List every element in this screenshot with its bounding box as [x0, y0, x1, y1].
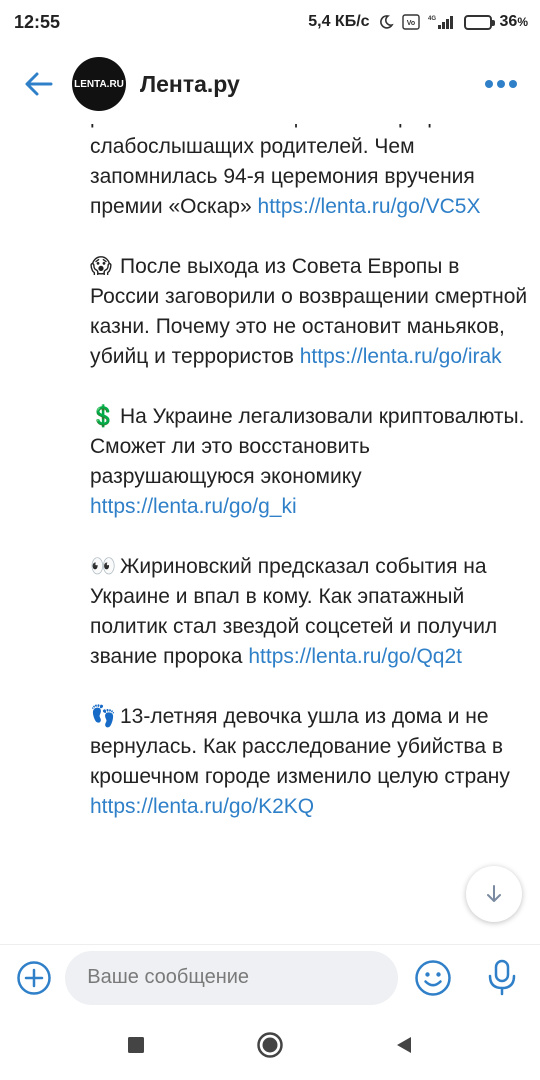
battery-icon: [463, 14, 495, 30]
scroll-down-button[interactable]: [466, 866, 522, 922]
emoji-icon: [415, 959, 452, 996]
news-item: рейтинги и главный фильм — про ребёнка с…: [90, 124, 530, 222]
recents-button[interactable]: [114, 1023, 158, 1067]
news-emoji: 👀: [90, 555, 117, 578]
volte-icon: Vo: [401, 14, 420, 30]
news-emoji: 👣: [90, 705, 117, 728]
status-indicators: 5,4 КБ/с Vo 4G 36%: [308, 13, 528, 31]
status-bar: 12:55 5,4 КБ/с Vo 4G 36%: [0, 0, 540, 44]
triangle-back-icon: [397, 1037, 411, 1053]
signal-icon: 4G: [428, 14, 456, 30]
message-feed[interactable]: рейтинги и главный фильм — про ребёнка с…: [0, 124, 540, 940]
message-composer: [0, 944, 540, 1010]
microphone-icon: [489, 959, 516, 995]
square-icon: [128, 1037, 144, 1053]
home-button[interactable]: [248, 1023, 292, 1067]
news-item: 💲 На Украине легализовали криптовалюты. С…: [90, 402, 530, 522]
svg-text:Vo: Vo: [406, 20, 414, 27]
message-input[interactable]: [65, 950, 398, 1005]
post-text: рейтинги и главный фильм — про ребёнка с…: [90, 124, 530, 852]
news-link[interactable]: https://lenta.ru/go/irak: [300, 345, 502, 368]
avatar-logo-text: LENTA.RU: [74, 78, 124, 90]
news-item: 👀 Жириновский предсказал события на Украи…: [90, 552, 530, 672]
back-button[interactable]: [14, 59, 64, 109]
news-text: На Украине легализовали криптовалюты. См…: [90, 405, 525, 488]
emoji-button[interactable]: [410, 954, 457, 1002]
news-emoji: 💲: [90, 405, 117, 428]
microphone-button[interactable]: [479, 954, 526, 1002]
back-nav-button[interactable]: [382, 1023, 426, 1067]
more-button[interactable]: [476, 59, 526, 109]
status-time: 12:55: [14, 11, 61, 32]
news-item: 😱 После выхода из Совета Европы в России …: [90, 252, 530, 372]
battery-percent: 36%: [499, 13, 528, 30]
add-icon: [16, 960, 51, 995]
channel-title[interactable]: Лента.ру: [140, 71, 476, 98]
news-link[interactable]: https://lenta.ru/go/VC5X: [258, 195, 481, 218]
svg-text:4G: 4G: [428, 16, 436, 22]
news-link[interactable]: https://lenta.ru/go/Qq2t: [248, 645, 462, 668]
moon-icon: [378, 14, 394, 30]
more-dots-icon: [485, 80, 517, 88]
news-emoji: 😱: [90, 255, 112, 278]
arrow-down-icon: [487, 885, 501, 902]
news-item: 👣 13-летняя девочка ушла из дома и не вер…: [90, 702, 530, 822]
news-link[interactable]: https://lenta.ru/go/K2KQ: [90, 795, 314, 818]
system-nav-bar: [0, 1010, 540, 1080]
back-arrow-icon: [25, 72, 53, 96]
news-text: 13-летняя девочка ушла из дома и не верн…: [90, 705, 510, 788]
chat-header: LENTA.RU Лента.ру: [0, 44, 540, 124]
news-link[interactable]: https://lenta.ru/go/g_ki: [90, 495, 297, 518]
circle-icon: [257, 1032, 283, 1058]
network-speed: 5,4 КБ/с: [308, 13, 370, 30]
add-button[interactable]: [14, 958, 53, 998]
channel-avatar[interactable]: LENTA.RU: [72, 57, 126, 111]
